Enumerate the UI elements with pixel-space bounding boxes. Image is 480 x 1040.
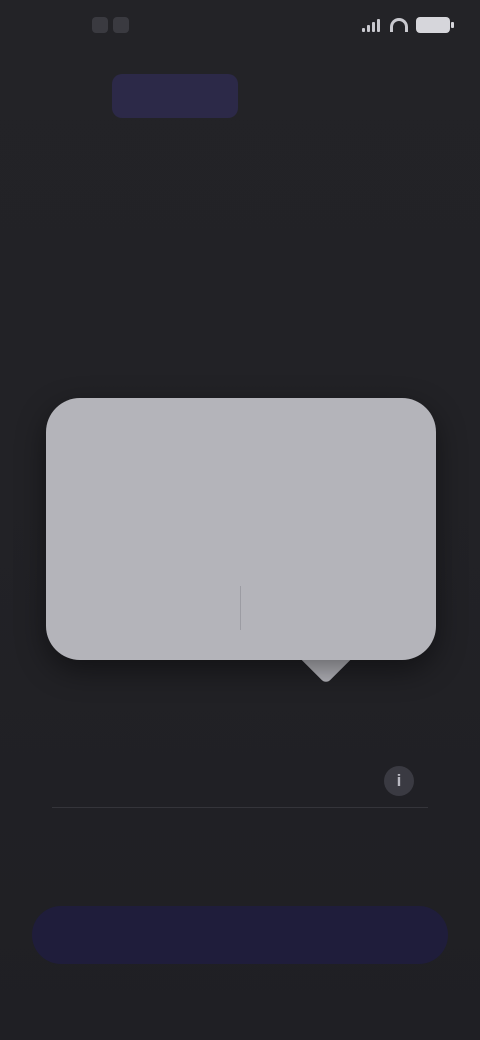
- tooltip-secondary-button[interactable]: [92, 594, 222, 622]
- brand-logo: [112, 74, 238, 118]
- status-bar: [0, 0, 480, 56]
- tooltip-dialog: [46, 398, 436, 660]
- status-indicators: [362, 17, 454, 33]
- signal-icon: [362, 18, 382, 32]
- app-screen: i: [0, 0, 480, 1040]
- battery-icon: [416, 17, 454, 33]
- tooltip-primary-button[interactable]: [268, 594, 368, 622]
- tooltip-divider: [240, 586, 241, 630]
- notification-icon: [92, 17, 108, 33]
- wifi-icon: [390, 18, 408, 32]
- notification-icons: [92, 14, 136, 36]
- info-icon[interactable]: i: [384, 766, 414, 796]
- notification-icon: [113, 17, 129, 33]
- form-field-row[interactable]: i: [52, 752, 428, 808]
- continue-button[interactable]: [32, 906, 448, 964]
